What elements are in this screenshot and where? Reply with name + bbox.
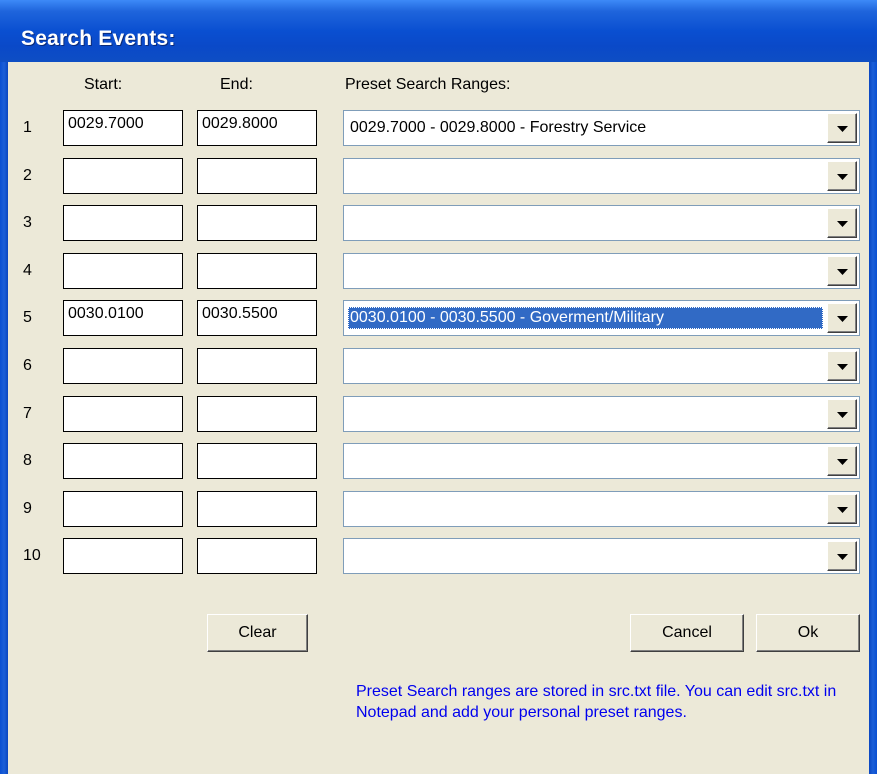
start-field[interactable]	[63, 158, 183, 194]
row-number: 8	[23, 452, 32, 469]
chevron-down-icon	[837, 412, 848, 418]
preset-info-note: Preset Search ranges are stored in src.t…	[356, 683, 837, 721]
row-number: 10	[23, 547, 41, 564]
row-number: 9	[23, 500, 32, 517]
preset-range-value	[348, 450, 352, 472]
row-number: 7	[23, 405, 32, 422]
start-column-header: Start:	[84, 76, 123, 93]
chevron-down-icon	[837, 459, 848, 465]
preset-range-select[interactable]	[343, 348, 860, 384]
window-border-right	[869, 62, 877, 774]
chevron-down-icon	[837, 316, 848, 322]
dropdown-button[interactable]	[827, 399, 857, 429]
preset-range-value	[348, 403, 352, 425]
title-bar[interactable]: Search Events:	[0, 0, 877, 62]
preset-range-select[interactable]	[343, 491, 860, 527]
dropdown-button[interactable]	[827, 446, 857, 476]
chevron-down-icon	[837, 221, 848, 227]
preset-range-value: 0030.0100 - 0030.5500 - Goverment/Milita…	[348, 307, 823, 329]
preset-range-select[interactable]	[343, 396, 860, 432]
clear-button[interactable]: Clear	[207, 614, 308, 652]
start-field[interactable]	[63, 538, 183, 574]
end-field[interactable]	[197, 253, 317, 289]
start-field[interactable]	[63, 348, 183, 384]
end-field[interactable]	[197, 538, 317, 574]
ok-button[interactable]: Ok	[756, 614, 860, 652]
end-field[interactable]	[197, 158, 317, 194]
preset-range-value	[348, 545, 352, 567]
cancel-button[interactable]: Cancel	[630, 614, 744, 652]
dropdown-button[interactable]	[827, 256, 857, 286]
start-field[interactable]	[63, 396, 183, 432]
dropdown-button[interactable]	[827, 351, 857, 381]
preset-range-value	[348, 260, 352, 282]
dropdown-button[interactable]	[827, 208, 857, 238]
preset-range-value	[348, 165, 352, 187]
preset-range-select[interactable]: 0029.7000 - 0029.8000 - Forestry Service	[343, 110, 860, 146]
row-number: 6	[23, 357, 32, 374]
dropdown-button[interactable]	[827, 303, 857, 333]
preset-range-value	[348, 498, 352, 520]
row-number: 3	[23, 214, 32, 231]
preset-range-value: 0029.7000 - 0029.8000 - Forestry Service	[350, 119, 647, 136]
chevron-down-icon	[837, 554, 848, 560]
start-field[interactable]	[63, 443, 183, 479]
start-field[interactable]	[63, 253, 183, 289]
row-number: 4	[23, 262, 32, 279]
end-field[interactable]: 0030.5500	[197, 300, 317, 336]
row-number: 5	[23, 309, 32, 326]
preset-range-select[interactable]	[343, 443, 860, 479]
window-border-left	[0, 62, 8, 774]
end-field[interactable]: 0029.8000	[197, 110, 317, 146]
start-field[interactable]: 0029.7000	[63, 110, 183, 146]
search-events-dialog: Search Events: Start: End: Preset Search…	[0, 0, 877, 774]
preset-range-select[interactable]	[343, 253, 860, 289]
preset-range-value	[348, 212, 352, 234]
preset-range-select[interactable]: 0030.0100 - 0030.5500 - Goverment/Milita…	[343, 300, 860, 336]
end-field[interactable]	[197, 348, 317, 384]
chevron-down-icon	[837, 364, 848, 370]
start-field[interactable]	[63, 491, 183, 527]
dropdown-button[interactable]	[827, 494, 857, 524]
dropdown-button[interactable]	[827, 113, 857, 143]
end-field[interactable]	[197, 443, 317, 479]
preset-range-select[interactable]	[343, 538, 860, 574]
chevron-down-icon	[837, 126, 848, 132]
end-field[interactable]	[197, 396, 317, 432]
dropdown-button[interactable]	[827, 161, 857, 191]
end-column-header: End:	[220, 76, 253, 93]
start-field[interactable]: 0030.0100	[63, 300, 183, 336]
end-field[interactable]	[197, 205, 317, 241]
window-title: Search Events:	[21, 27, 176, 50]
preset-column-header: Preset Search Ranges:	[345, 76, 511, 93]
chevron-down-icon	[837, 174, 848, 180]
preset-range-select[interactable]	[343, 205, 860, 241]
row-number: 2	[23, 167, 32, 184]
preset-range-value	[348, 355, 352, 377]
chevron-down-icon	[837, 507, 848, 513]
start-field[interactable]	[63, 205, 183, 241]
chevron-down-icon	[837, 269, 848, 275]
row-number: 1	[23, 119, 32, 136]
preset-range-select[interactable]	[343, 158, 860, 194]
end-field[interactable]	[197, 491, 317, 527]
dropdown-button[interactable]	[827, 541, 857, 571]
